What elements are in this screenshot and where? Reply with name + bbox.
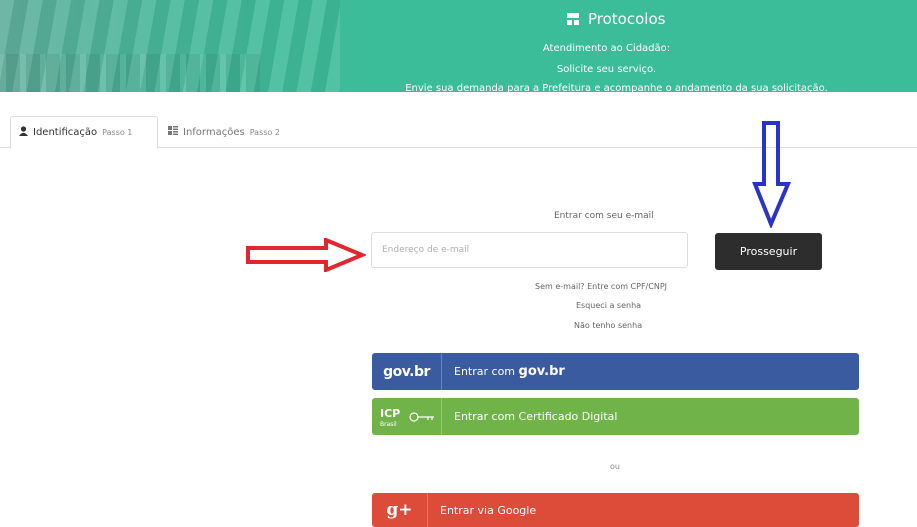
page-title: Protocolos (566, 10, 665, 28)
govbr-login-prefix: Entrar com (454, 365, 516, 378)
no-password-link[interactable]: Não tenho senha (574, 321, 642, 330)
user-icon (19, 126, 28, 139)
email-input[interactable] (371, 232, 688, 268)
page-title-text: Protocolos (588, 10, 666, 28)
google-plus-icon: g+ (372, 493, 428, 527)
tab-informacoes-step: Passo 2 (249, 127, 280, 137)
google-plus-logo-text: g+ (386, 500, 413, 520)
govbr-brand-text: gov.br (518, 364, 565, 379)
header-banner: Protocolos Atendimento ao Cidadão: Solic… (0, 0, 917, 92)
certificate-login-button[interactable]: ICP Brasil Entrar com Certificado Digita… (372, 398, 859, 435)
prosseguir-button[interactable]: Prosseguir (715, 233, 822, 270)
blue-arrow-annotation (752, 120, 792, 232)
cpf-login-link[interactable]: Sem e-mail? Entre com CPF/CNPJ (535, 282, 667, 291)
red-arrow-annotation (244, 237, 368, 276)
protocol-icon (566, 12, 580, 26)
govbr-login-button[interactable]: gov.br Entrar com gov.br (372, 353, 859, 390)
separator-text: ou (610, 462, 620, 471)
google-login-button[interactable]: g+ Entrar via Google (372, 493, 859, 527)
grid-icon (168, 126, 178, 138)
banner-description: Envie sua demanda para a Prefeitura e ac… (405, 83, 828, 92)
icp-brasil-logo: ICP Brasil (372, 398, 442, 435)
govbr-logo: gov.br (372, 353, 442, 390)
svg-text:Brasil: Brasil (380, 421, 397, 428)
tab-informacoes[interactable]: Informações Passo 2 (160, 116, 300, 148)
certificate-login-label: Entrar com Certificado Digital (454, 410, 618, 423)
email-caption: Entrar com seu e-mail (554, 211, 654, 221)
tab-informacoes-label: Informações (183, 126, 245, 138)
google-login-label: Entrar via Google (440, 503, 537, 517)
svg-text:ICP: ICP (380, 407, 400, 420)
icp-brasil-key-icon: ICP Brasil (380, 407, 434, 428)
forgot-password-link[interactable]: Esqueci a senha (576, 301, 641, 310)
tab-identificacao-step: Passo 1 (102, 128, 133, 137)
banner-subtitle-2: Solicite seu serviço. (556, 64, 657, 75)
tab-identificacao[interactable]: Identificação Passo 1 (10, 116, 158, 149)
banner-subtitle: Atendimento ao Cidadão: (542, 43, 671, 54)
govbr-login-label: Entrar com gov.br (442, 364, 565, 379)
tab-identificacao-label: Identificação (33, 127, 98, 138)
govbr-logo-text: gov.br (383, 363, 430, 380)
